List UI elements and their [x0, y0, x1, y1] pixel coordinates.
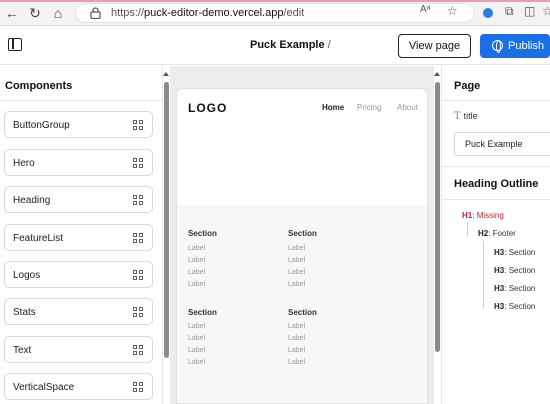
- drag-grid-icon[interactable]: [133, 120, 143, 130]
- footer-section-title: Section: [288, 308, 317, 317]
- page-title: Puck Example /: [250, 39, 331, 51]
- scroll-up-arrow[interactable]: [163, 72, 169, 76]
- footer-label[interactable]: Label: [188, 269, 205, 276]
- footer-label[interactable]: Label: [188, 257, 205, 264]
- drag-grid-icon[interactable]: [133, 307, 143, 317]
- component-label: ButtonGroup: [13, 120, 70, 131]
- component-item-featurelist[interactable]: FeatureList: [4, 224, 153, 251]
- footer-label[interactable]: Label: [288, 269, 305, 276]
- text-type-icon: T: [454, 111, 461, 122]
- canvas-area: LOGO Home Pricing About Section Label La…: [170, 66, 434, 404]
- sidebar-toggle-icon[interactable]: [8, 38, 22, 51]
- components-scrollbar[interactable]: [164, 82, 169, 358]
- globe-icon: [492, 39, 503, 53]
- component-item-stats[interactable]: Stats: [4, 298, 153, 325]
- footer-section-title: Section: [188, 229, 217, 238]
- copilot-icon[interactable]: [483, 8, 493, 18]
- outline-item-h3[interactable]: H3: Section: [494, 284, 535, 293]
- footer-label[interactable]: Label: [188, 347, 205, 354]
- drag-grid-icon[interactable]: [133, 345, 143, 355]
- footer-label[interactable]: Label: [188, 335, 205, 342]
- footer-label[interactable]: Label: [288, 359, 305, 366]
- nav-link-about[interactable]: About: [397, 103, 418, 112]
- drag-grid-icon[interactable]: [133, 233, 143, 243]
- page-panel-heading: Page: [454, 80, 481, 92]
- title-input[interactable]: [454, 132, 550, 156]
- footer-section-title: Section: [188, 308, 217, 317]
- component-label: VerticalSpace: [13, 382, 75, 393]
- component-item-text[interactable]: Text: [4, 336, 153, 363]
- component-label: FeatureList: [13, 233, 64, 244]
- extensions-icon[interactable]: ⧉: [505, 4, 514, 19]
- divider: [442, 100, 550, 101]
- footer-label[interactable]: Label: [188, 281, 205, 288]
- tab-strip-edge: [0, 0, 550, 2]
- component-item-heading[interactable]: Heading: [4, 186, 153, 213]
- drag-grid-icon[interactable]: [133, 382, 143, 392]
- view-page-button[interactable]: View page: [398, 34, 471, 58]
- footer-label[interactable]: Label: [288, 323, 305, 330]
- footer-label[interactable]: Label: [188, 245, 205, 252]
- footer-label[interactable]: Label: [288, 257, 305, 264]
- editor-header: Puck Example / View page Publish: [0, 27, 550, 65]
- browser-toolbar: ← ↻ ⌂ https://puck-editor-demo.vercel.ap…: [0, 0, 550, 26]
- component-label: Logos: [13, 270, 41, 281]
- nav-link-home[interactable]: Home: [322, 103, 344, 112]
- split-screen-icon[interactable]: ◫: [524, 4, 535, 18]
- component-item-hero[interactable]: Hero: [4, 149, 153, 176]
- favorites-icon[interactable]: ☆: [542, 4, 550, 18]
- back-arrow-icon[interactable]: ←: [3, 4, 21, 22]
- component-label: Heading: [13, 195, 51, 206]
- component-label: Stats: [13, 307, 36, 318]
- outline-item-h3[interactable]: H3: Section: [494, 266, 535, 275]
- outline-item-h2[interactable]: H2: Footer: [478, 229, 516, 238]
- component-item-verticalspace[interactable]: VerticalSpace: [4, 373, 153, 400]
- outline-item-h3[interactable]: H3: Section: [494, 248, 535, 257]
- footer-label[interactable]: Label: [288, 335, 305, 342]
- read-aloud-icon[interactable]: Aᵃ: [420, 4, 430, 15]
- nav-link-pricing[interactable]: Pricing: [357, 103, 381, 112]
- title-field-label: Ttitle: [454, 111, 478, 122]
- drag-grid-icon[interactable]: [133, 270, 143, 280]
- footer-label[interactable]: Label: [288, 245, 305, 252]
- footer-label[interactable]: Label: [188, 323, 205, 330]
- components-panel: Components ButtonGroup Hero Heading Feat…: [0, 66, 163, 404]
- drag-grid-icon[interactable]: [133, 195, 143, 205]
- reload-icon[interactable]: ↻: [26, 4, 44, 22]
- divider: [442, 166, 550, 167]
- divider: [0, 100, 163, 101]
- favorite-star-icon[interactable]: ☆: [447, 4, 458, 18]
- publish-button[interactable]: Publish: [480, 34, 550, 58]
- home-icon[interactable]: ⌂: [49, 4, 67, 22]
- url-text: https://puck-editor-demo.vercel.app/edit: [111, 7, 305, 19]
- footer-label[interactable]: Label: [288, 281, 305, 288]
- components-heading: Components: [5, 80, 73, 92]
- footer-label[interactable]: Label: [188, 359, 205, 366]
- component-label: Text: [13, 345, 32, 356]
- outline-item-h3[interactable]: H3: Section: [494, 302, 535, 311]
- site-logo[interactable]: LOGO: [188, 101, 227, 115]
- publish-label: Publish: [508, 40, 545, 52]
- component-item-logos[interactable]: Logos: [4, 261, 153, 288]
- canvas-scrollbar[interactable]: [435, 82, 440, 352]
- footer-label[interactable]: Label: [288, 347, 305, 354]
- component-label: Hero: [13, 158, 35, 169]
- divider: [442, 199, 550, 200]
- scroll-up-arrow[interactable]: [434, 72, 440, 76]
- component-item-buttongroup[interactable]: ButtonGroup: [4, 111, 153, 138]
- outline-connector: [467, 223, 468, 236]
- outline-connector: [483, 241, 484, 308]
- outline-item-h1[interactable]: H1: Missing: [462, 211, 504, 220]
- drag-grid-icon[interactable]: [133, 158, 143, 168]
- page-fields-panel: Page Ttitle Heading Outline H1: Missing …: [441, 66, 550, 404]
- page-preview[interactable]: LOGO Home Pricing About Section Label La…: [176, 88, 428, 404]
- heading-outline-heading: Heading Outline: [454, 178, 539, 190]
- lock-icon: [90, 7, 101, 19]
- address-bar[interactable]: https://puck-editor-demo.vercel.app/edit: [75, 3, 475, 23]
- footer-section-title: Section: [288, 229, 317, 238]
- footer-block[interactable]: Section Label Label Label Label Section …: [177, 205, 427, 403]
